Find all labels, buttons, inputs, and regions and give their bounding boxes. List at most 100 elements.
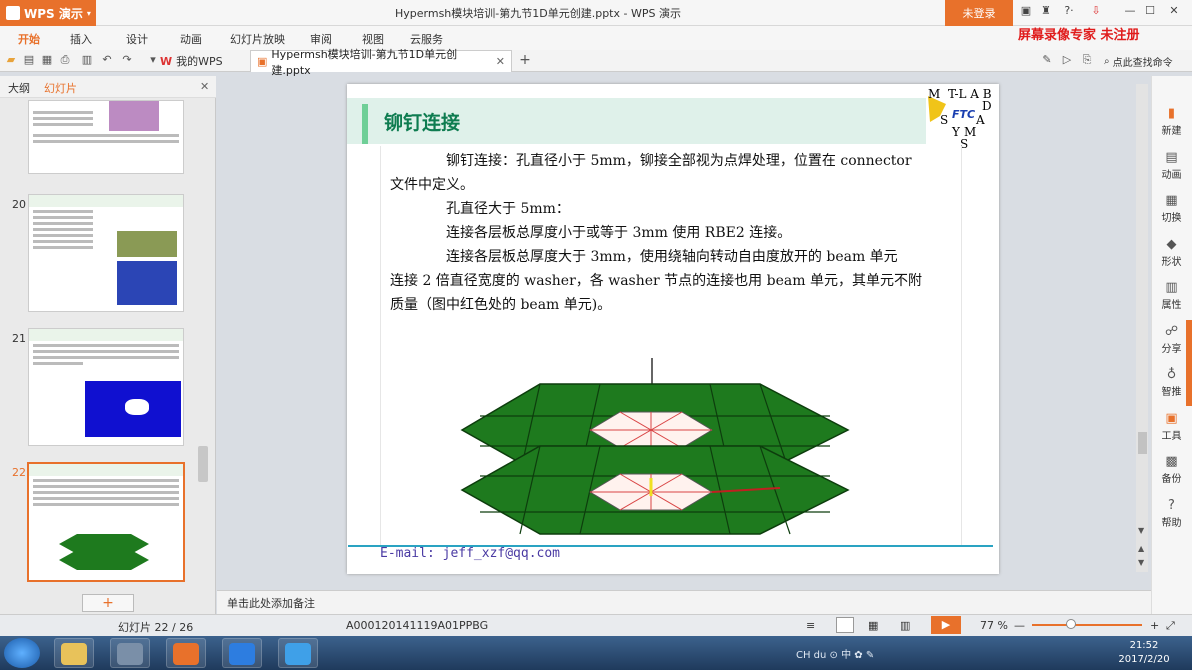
help-icon[interactable]: ?· xyxy=(1058,4,1080,20)
rp-label: 新建 xyxy=(1161,126,1182,137)
slide-thumb-20[interactable] xyxy=(28,194,184,312)
rp-label: 备份 xyxy=(1161,474,1182,485)
close-tab-icon[interactable]: ✕ xyxy=(496,55,505,68)
canvas-scrollbar[interactable] xyxy=(1136,84,1148,572)
skin-icon[interactable]: ▣ xyxy=(1018,4,1034,20)
rp-help[interactable]: ? 帮助 xyxy=(1151,498,1192,529)
menu-home[interactable]: 开始 xyxy=(18,31,40,47)
rp-shape[interactable]: ◆ 形状 xyxy=(1151,237,1192,268)
taskbar-baidu-cloud[interactable] xyxy=(278,638,318,668)
tab-document[interactable]: ▣ Hypermsh模块培训-第九节1D单元创建.pptx ✕ xyxy=(250,48,512,77)
slide-thumbnails: 20 21 22 xyxy=(0,100,196,590)
rp-animation[interactable]: ▤ 动画 xyxy=(1151,150,1192,181)
new-tab-icon[interactable]: + xyxy=(518,53,532,67)
tool-a-icon[interactable]: ✎ xyxy=(1040,53,1054,67)
zoom-slider[interactable] xyxy=(1032,624,1142,626)
next-slide-icon[interactable]: ▼ xyxy=(1138,558,1144,567)
slide-title: 铆钉连接 xyxy=(384,112,461,134)
taskbar-clock[interactable]: 21:52 2017/2/20 xyxy=(1114,639,1174,667)
prev-slide-icon[interactable]: ▲ xyxy=(1138,544,1144,553)
animation-icon: ▤ xyxy=(1165,150,1178,165)
notes-placeholder[interactable]: 单击此处添加备注 xyxy=(227,595,315,611)
open-icon[interactable]: ▰ xyxy=(4,53,18,67)
rivet-diagram xyxy=(460,358,850,535)
tab-my-wps[interactable]: W 我的WPS xyxy=(160,51,248,71)
zoom-slider-knob[interactable] xyxy=(1065,619,1076,629)
slide-thumb-22-selected[interactable] xyxy=(27,462,185,582)
redo-icon[interactable]: ↷ xyxy=(120,53,134,67)
rp-backup[interactable]: ▩ 备份 xyxy=(1151,454,1192,485)
rp-transition[interactable]: ▦ 切换 xyxy=(1151,193,1192,224)
start-button[interactable] xyxy=(4,638,40,668)
taskbar-app-grid[interactable] xyxy=(110,638,150,668)
svg-text:M: M xyxy=(928,87,940,101)
rp-label: 属性 xyxy=(1161,300,1182,311)
save-icon[interactable]: ▤ xyxy=(22,53,36,67)
menu-design[interactable]: 设计 xyxy=(126,31,148,47)
app-name: WPS 演示 xyxy=(24,6,83,21)
mtlab-logo: M T-L A B FTC D S A Y M S xyxy=(926,86,998,150)
taskbar-wps-presentation[interactable] xyxy=(166,638,206,668)
window-title: Hypermsh模块培训-第九节1D单元创建.pptx - WPS 演示 xyxy=(395,7,681,20)
shirt-icon[interactable]: ♜ xyxy=(1038,4,1054,20)
rp-label: 智推 xyxy=(1161,387,1182,398)
wps-p-icon xyxy=(173,643,199,665)
add-slide-button[interactable]: + xyxy=(82,594,134,612)
undo-icon[interactable]: ↶ xyxy=(100,53,114,67)
fit-window-icon[interactable]: ⤢ xyxy=(1166,619,1175,633)
clock-date: 2017/2/20 xyxy=(1118,654,1170,665)
download-icon[interactable]: ⇩ xyxy=(1088,4,1104,20)
tool-b-icon[interactable]: ▷ xyxy=(1060,53,1074,67)
tab-slides[interactable]: 幻灯片 xyxy=(44,80,77,96)
more-icon[interactable]: ▾ xyxy=(146,53,160,67)
wps-menu-button[interactable]: WPS 演示 ▾ xyxy=(0,0,96,26)
print-icon[interactable]: ⎙ xyxy=(58,53,72,67)
maximize-icon[interactable]: ☐ xyxy=(1142,4,1158,20)
zoom-level[interactable]: 77 % xyxy=(980,619,1008,632)
normal-view-icon[interactable] xyxy=(836,617,854,633)
notes-pane[interactable] xyxy=(217,590,1151,614)
menu-insert[interactable]: 插入 xyxy=(70,31,92,47)
menu-animation[interactable]: 动画 xyxy=(180,31,202,47)
login-button[interactable]: 未登录 xyxy=(945,0,1013,26)
slide-thumb-19[interactable] xyxy=(28,100,184,174)
system-tray[interactable]: CH du ⊙ 中 ✿ ✎ xyxy=(796,646,874,661)
play-slideshow-button[interactable]: ▶ xyxy=(931,616,961,634)
sorter-view-icon[interactable]: ▦ xyxy=(868,619,878,632)
print-preview-icon[interactable]: ▦ xyxy=(40,53,54,67)
recorder-watermark: 屏幕录像专家 未注册 xyxy=(1018,28,1140,43)
taskbar-explorer[interactable] xyxy=(54,638,94,668)
rp-label: 分享 xyxy=(1161,344,1182,355)
rp-new[interactable]: ▮ 新建 xyxy=(1151,106,1192,137)
slide-thumb-21[interactable] xyxy=(28,328,184,446)
svg-text:FTC: FTC xyxy=(952,108,975,121)
command-search[interactable]: ⌕ 点此查找命令 xyxy=(1104,52,1190,70)
panel-scroll-thumb[interactable] xyxy=(198,446,208,482)
zoom-out-icon[interactable]: — xyxy=(1014,619,1025,632)
rp-tools[interactable]: ▣ 工具 xyxy=(1151,411,1192,442)
reading-view-icon[interactable]: ▥ xyxy=(900,619,910,632)
shape-icon: ◆ xyxy=(1166,237,1177,252)
close-panel-icon[interactable]: ✕ xyxy=(200,80,209,93)
scroll-down-icon[interactable]: ▼ xyxy=(1138,526,1144,535)
rp-label: 工具 xyxy=(1161,431,1182,442)
panel-tabs xyxy=(0,76,216,98)
tool-c-icon[interactable]: ⎘ xyxy=(1080,53,1094,67)
tab-outline[interactable]: 大纲 xyxy=(8,80,30,96)
help-circle-icon: ? xyxy=(1168,498,1175,513)
panel-collapse-handle[interactable] xyxy=(1186,320,1192,406)
taskbar-wps-writer[interactable] xyxy=(222,638,262,668)
close-icon[interactable]: ✕ xyxy=(1166,4,1182,20)
svg-text:D: D xyxy=(982,99,992,113)
slide-counter: 幻灯片 22 / 26 xyxy=(118,621,194,634)
export-icon[interactable]: ▥ xyxy=(80,53,94,67)
paragraph-line: 连接各层板总厚度大于 3mm，使用绕轴向转动自由度放开的 beam 单元 xyxy=(446,249,898,265)
minimize-icon[interactable]: — xyxy=(1122,4,1138,20)
backup-icon: ▩ xyxy=(1165,454,1178,469)
panel-scrollbar[interactable] xyxy=(196,100,210,590)
notes-toggle-icon[interactable]: ≡ xyxy=(806,619,815,632)
slide-email: E-mail: jeff_xzf@qq.com xyxy=(380,546,561,561)
rp-properties[interactable]: ▥ 属性 xyxy=(1151,280,1192,311)
canvas-scroll-thumb[interactable] xyxy=(1138,432,1147,454)
zoom-in-icon[interactable]: + xyxy=(1150,619,1159,632)
